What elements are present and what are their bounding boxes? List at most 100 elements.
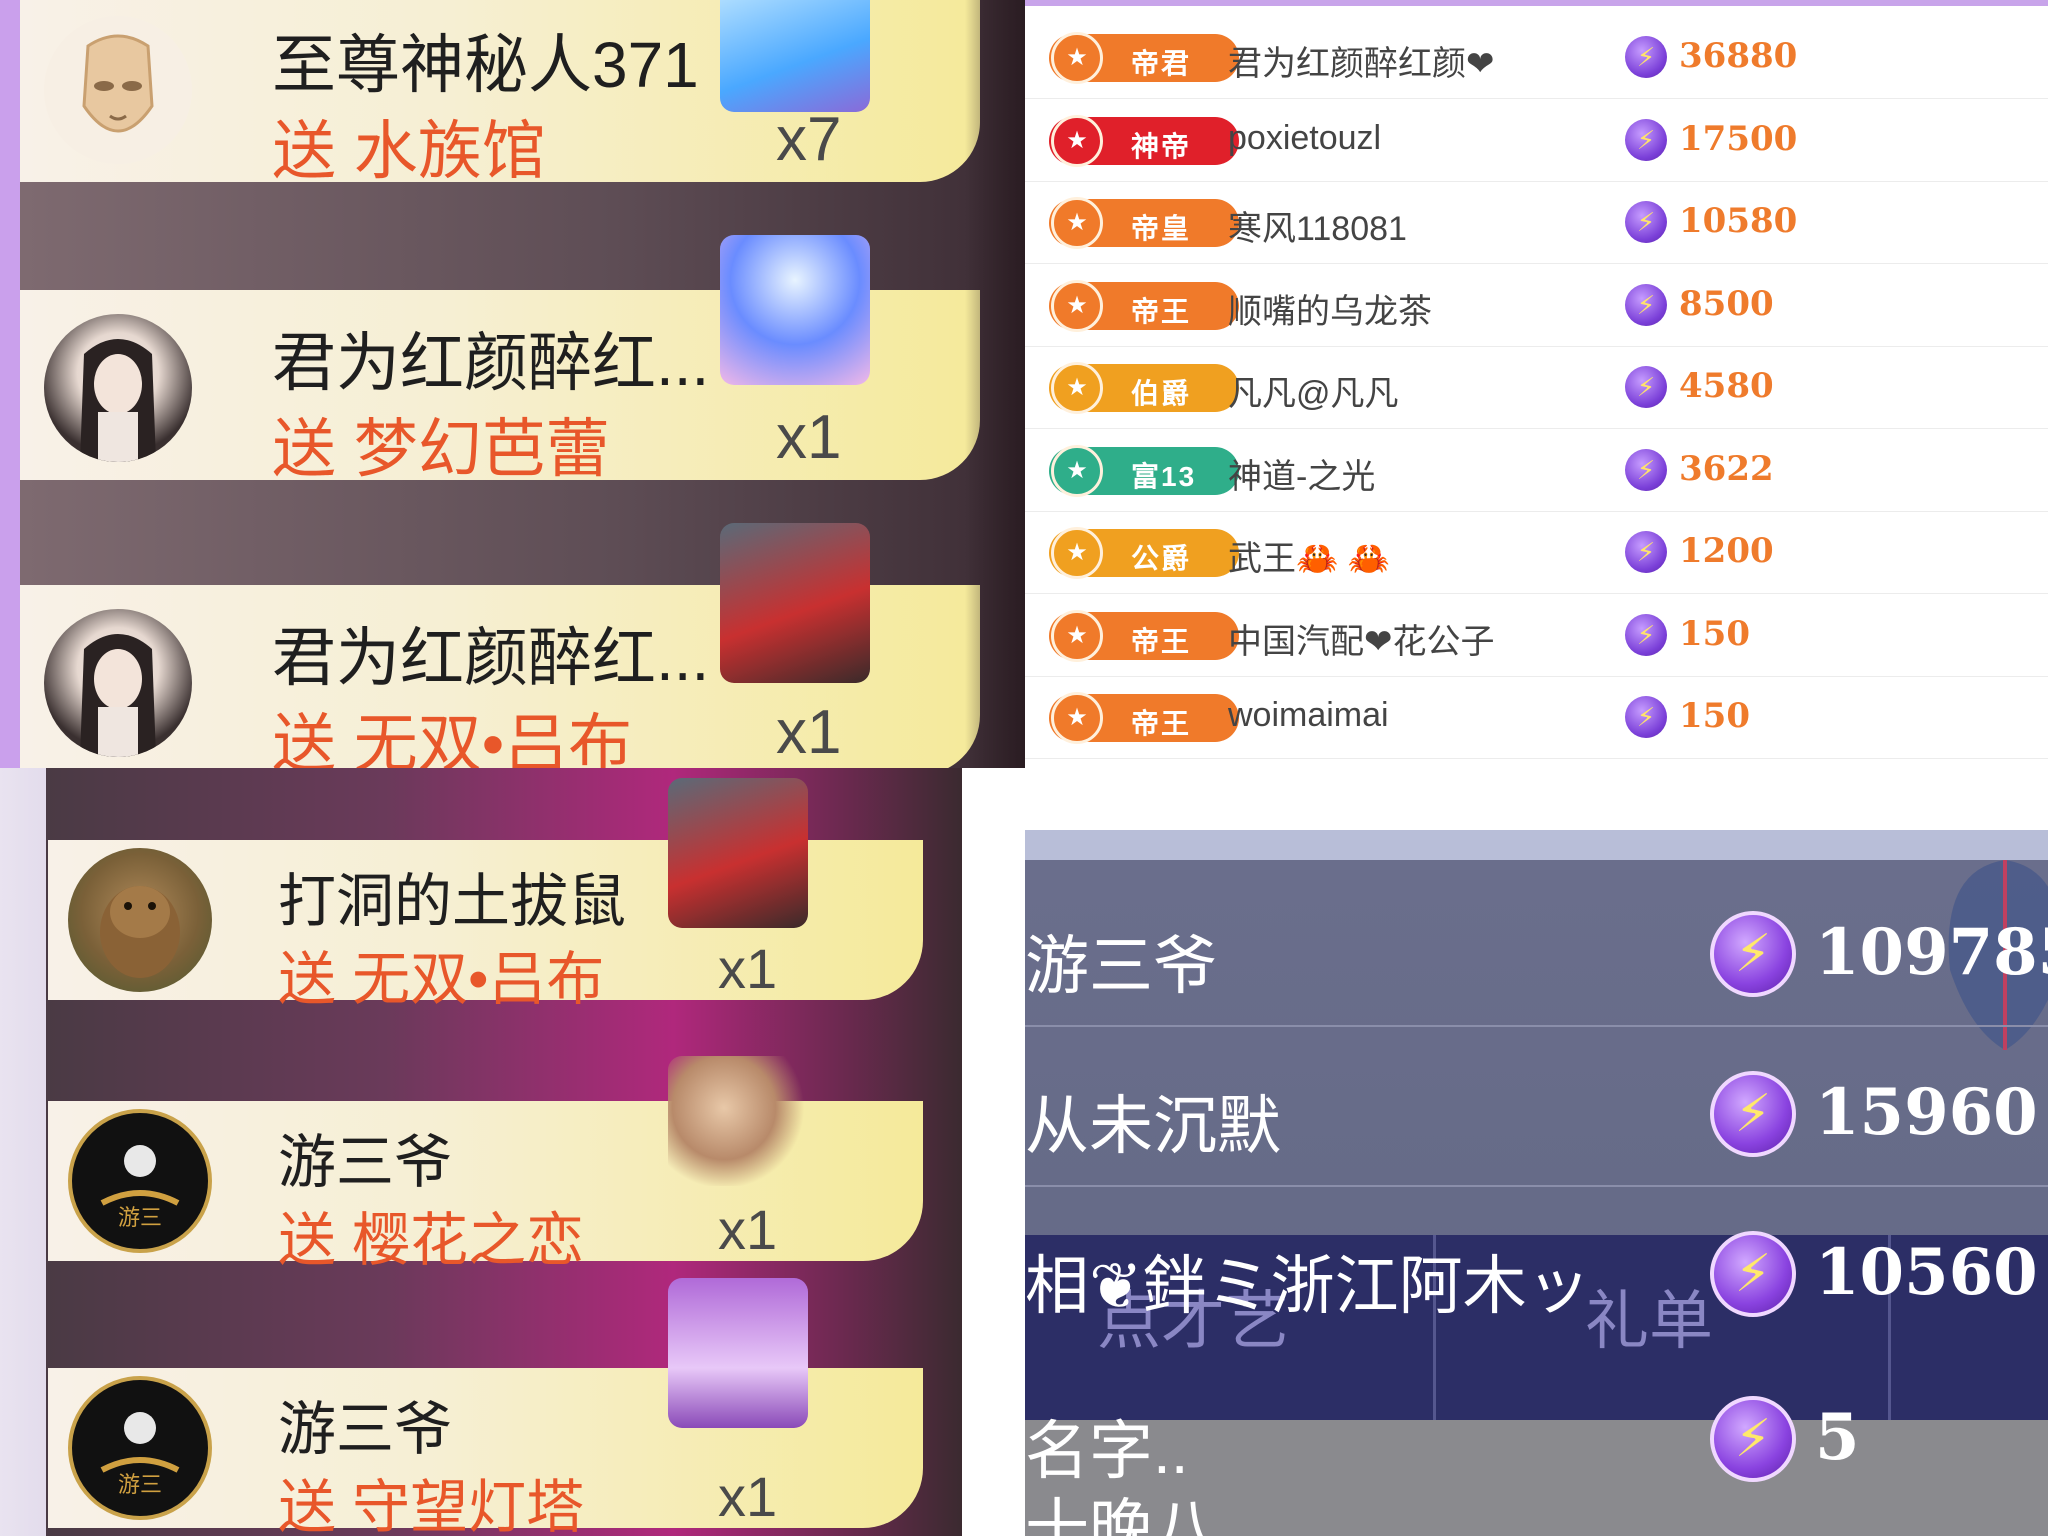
rank-contribution-value: 17500: [1679, 118, 1798, 159]
dragon-emblem-avatar-icon[interactable]: 游三: [68, 1109, 212, 1253]
rank-row[interactable]: ★ 帝王 顺嘴的乌龙茶 ⚡ 8500: [1025, 264, 2048, 347]
lightning-coin-icon: ⚡: [1625, 696, 1667, 738]
tab-gift-list[interactable]: 礼单: [1585, 1270, 1713, 1362]
rank-row[interactable]: ★ 神帝 poxietouzl ⚡ 17500: [1025, 99, 2048, 182]
contribution-ranking-panel: ★ 帝君 君为红颜醉红颜❤ ⚡ 36880 ★ 神帝 poxietouzl ⚡ 17500 ★ 帝皇 寒…: [1025, 0, 2048, 768]
panel-top-border: [1025, 0, 2048, 6]
gift-message: 游三 游三爷 送 守望灯塔 x1: [48, 1278, 923, 1536]
aquarium-gift-icon: [720, 0, 870, 112]
rank-username: 神道-之光: [1228, 457, 1376, 496]
sender-name: 君为红颜醉红...: [272, 622, 710, 694]
rank-username: 顺嘴的乌龙茶: [1228, 292, 1432, 331]
rank-contribution-value: 36880: [1679, 36, 1798, 76]
lubu-gift-icon: [668, 778, 808, 928]
lightning-coin-icon: ⚡: [1625, 201, 1667, 243]
level-badge: ★ 伯爵: [1049, 362, 1239, 414]
avatar-woman-icon[interactable]: [44, 314, 192, 462]
rank-username: poxietouzl: [1228, 118, 1382, 157]
rank-row[interactable]: ★ 帝皇 寒风118081 ⚡ 10580: [1025, 181, 2048, 264]
badge-label: 神帝: [1131, 130, 1192, 162]
gift-action: 送 无双•吕布: [272, 708, 633, 768]
marmot-avatar-icon[interactable]: [68, 848, 212, 992]
row-divider: [1025, 1185, 2048, 1187]
rank-row[interactable]: ★ 富13 神道-之光 ⚡ 3622: [1025, 429, 2048, 512]
gift-count: x1: [718, 937, 778, 1000]
badge-emblem-icon: ★: [1051, 32, 1103, 84]
badge-emblem-icon: ★: [1051, 692, 1103, 744]
gift-message: 君为红颜醉红... 送 无双•吕布 x1: [20, 523, 980, 768]
level-badge: ★ 富13: [1049, 444, 1239, 497]
gift-message: 打洞的土拔鼠 送 无双•吕布 x1: [48, 778, 923, 1012]
badge-emblem-icon: ★: [1051, 609, 1103, 662]
rank-username: 寒风118081: [1228, 210, 1407, 248]
sender-name: 至尊神秘人371: [272, 29, 699, 101]
lighthouse-gift-icon: [668, 1278, 808, 1428]
gift-feed-panel-top: 至尊神秘人371 送 水族馆 x7 君为红颜醉红... 送 梦幻芭蕾 x1 君为…: [0, 0, 1025, 768]
badge-label: 帝皇: [1131, 213, 1192, 244]
sender-name: 君为红颜醉红...: [272, 327, 710, 399]
badge-emblem-icon: ★: [1051, 114, 1103, 167]
rank-username: 武王🦀 🦀: [1228, 540, 1391, 578]
rank-row[interactable]: ★ 帝君 君为红颜醉红颜❤ ⚡ 36880: [1025, 16, 2048, 99]
lightning-coin-icon: ⚡: [1625, 448, 1667, 491]
rank-contribution-value: 8500: [1679, 283, 1774, 324]
gift-count: x1: [718, 1465, 778, 1528]
sender-name: 游三爷: [278, 1397, 453, 1462]
badge-emblem-icon: ★: [1051, 527, 1103, 579]
svg-text:游三: 游三: [118, 1473, 162, 1498]
badge-label: 公爵: [1131, 543, 1192, 574]
rank-username: 君为红颜醉红颜❤: [1228, 45, 1495, 83]
badge-label: 帝王: [1131, 708, 1192, 739]
gift-action: 送 水族馆: [272, 115, 546, 187]
leaderboard-value: 10560: [1815, 1235, 2038, 1310]
gift-message: 君为红颜醉红... 送 梦幻芭蕾 x1: [20, 235, 980, 485]
lightning-coin-icon: ⚡: [1625, 283, 1667, 326]
lightning-coin-icon: ⚡: [1710, 1231, 1796, 1317]
leaderboard-username: 相❦鉡ミ浙江阿木ッ: [1025, 1250, 1591, 1322]
level-badge: ★ 帝君: [1049, 32, 1239, 84]
rank-username: 凡凡@凡凡: [1228, 375, 1399, 413]
lightning-coin-icon: ⚡: [1710, 1396, 1796, 1482]
dragon-emblem-avatar-icon[interactable]: 游三: [68, 1376, 212, 1520]
level-badge: ★ 帝王: [1049, 692, 1239, 744]
mask-icon[interactable]: [44, 16, 192, 164]
lightning-coin-icon: ⚡: [1625, 366, 1667, 408]
rank-row[interactable]: ★ 帝王 woimaimai ⚡ 150: [1025, 676, 2048, 759]
rank-contribution-value: 3622: [1679, 448, 1774, 489]
badge-label: 富13: [1131, 460, 1197, 492]
lightning-coin-icon: ⚡: [1625, 36, 1667, 78]
leaderboard-panel: 点才艺 礼单 十晚八 游三爷⚡109785从未沉默⚡15960相❦鉡ミ浙江阿木ッ…: [1025, 830, 2048, 1536]
badge-emblem-icon: ★: [1051, 279, 1103, 332]
badge-label: 帝君: [1131, 48, 1192, 79]
badge-emblem-icon: ★: [1051, 444, 1103, 497]
ballet-gift-icon: [720, 235, 870, 385]
leaderboard-username: 游三爷: [1025, 930, 1217, 1002]
leaderboard-username: 名字..: [1025, 1415, 1189, 1487]
gift-count: x1: [776, 698, 842, 767]
leaderboard-username: 从未沉默: [1025, 1090, 1281, 1162]
sender-name: 打洞的土拔鼠: [278, 869, 627, 934]
gift-feed-panel-bottom: 打洞的土拔鼠 送 无双•吕布 x1 游三 游三爷 送 樱花之恋 x1 游三 游三…: [0, 768, 962, 1536]
badge-label: 帝王: [1131, 295, 1192, 327]
rank-username: 中国汽配❤花公子: [1228, 622, 1495, 661]
leaderboard-value: 15960: [1815, 1075, 2038, 1150]
lightning-coin-icon: ⚡: [1625, 118, 1667, 161]
rank-row[interactable]: ★ 公爵 武王🦀 🦀 ⚡ 1200: [1025, 511, 2048, 594]
avatar-woman-icon[interactable]: [44, 609, 192, 757]
badge-label: 伯爵: [1131, 378, 1192, 409]
rank-row[interactable]: ★ 伯爵 凡凡@凡凡 ⚡ 4580: [1025, 346, 2048, 429]
lightning-coin-icon: ⚡: [1625, 531, 1667, 573]
gift-count: x1: [776, 403, 842, 472]
level-badge: ★ 神帝: [1049, 114, 1239, 167]
lightning-coin-icon: ⚡: [1625, 613, 1667, 656]
sender-name: 游三爷: [278, 1130, 453, 1195]
gift-count: x7: [776, 105, 842, 174]
rank-username: woimaimai: [1228, 696, 1389, 734]
badge-emblem-icon: ★: [1051, 362, 1103, 414]
couple-gift-icon: [668, 1056, 808, 1186]
lightning-coin-icon: ⚡: [1710, 1071, 1796, 1157]
rank-contribution-value: 10580: [1679, 201, 1798, 241]
gift-count: x1: [718, 1198, 778, 1261]
level-badge: ★ 帝皇: [1049, 197, 1239, 249]
rank-row[interactable]: ★ 帝王 中国汽配❤花公子 ⚡ 150: [1025, 594, 2048, 677]
